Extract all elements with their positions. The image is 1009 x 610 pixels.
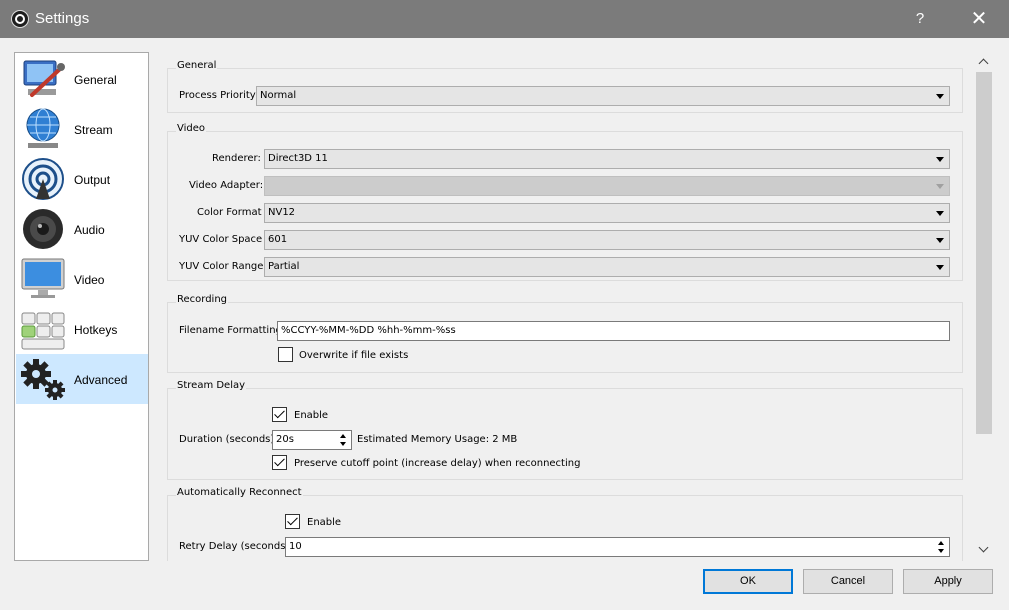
yuv-color-space-label: YUV Color Space: [179, 234, 263, 245]
reconnect-enable-label: Enable: [307, 517, 342, 528]
overwrite-checkbox[interactable]: [278, 347, 293, 362]
overwrite-label: Overwrite if file exists: [299, 350, 409, 361]
obs-logo-icon: [11, 10, 29, 28]
spin-down-icon[interactable]: [337, 440, 350, 448]
chevron-down-icon: [936, 94, 944, 99]
audio-icon: [23, 209, 63, 249]
sidebar-item-video[interactable]: Video: [16, 254, 148, 304]
yuv-color-range-select[interactable]: Partial: [264, 257, 950, 277]
sidebar-item-general[interactable]: General: [16, 54, 148, 104]
settings-sidebar: General Stream Output Audio Video Hotkey…: [14, 52, 149, 561]
sidebar-item-label: Audio: [74, 223, 105, 237]
spin-up-icon[interactable]: [337, 432, 350, 440]
sidebar-item-label: Hotkeys: [74, 323, 118, 337]
sidebar-item-audio[interactable]: Audio: [16, 204, 148, 254]
chevron-down-icon: [936, 157, 944, 162]
preserve-cutoff-label: Preserve cutoff point (increase delay) w…: [294, 458, 581, 469]
spin-down-icon[interactable]: [935, 547, 948, 555]
yuv-color-space-select[interactable]: 601: [264, 230, 950, 250]
recording-group: Recording Filename Formatting %CCYY-%MM-…: [167, 294, 963, 373]
general-icon: [23, 60, 65, 97]
retry-delay-stepper[interactable]: 10: [285, 537, 950, 557]
chevron-down-icon: [936, 238, 944, 243]
filename-formatting-label: Filename Formatting: [179, 325, 282, 336]
sidebar-item-advanced[interactable]: Advanced: [16, 354, 148, 404]
video-group: Video Renderer: Direct3D 11 Video Adapte…: [167, 123, 963, 281]
vertical-scrollbar[interactable]: [975, 52, 993, 561]
video-icon: [21, 258, 65, 298]
sidebar-item-label: Advanced: [74, 373, 128, 387]
sidebar-item-label: General: [74, 73, 117, 87]
group-title: General: [176, 60, 218, 71]
color-format-select[interactable]: NV12: [264, 203, 950, 223]
stream-icon: [26, 108, 60, 148]
stream-delay-group: Stream Delay Enable Duration (seconds) 2…: [167, 380, 963, 480]
scroll-up-icon[interactable]: [975, 54, 993, 72]
combo-value: Partial: [268, 261, 300, 272]
memory-usage-label: Estimated Memory Usage: 2 MB: [357, 434, 518, 445]
chevron-down-icon: [936, 184, 944, 189]
sidebar-item-label: Video: [74, 273, 105, 287]
retry-delay-value: 10: [289, 541, 302, 552]
duration-label: Duration (seconds): [179, 434, 275, 445]
color-format-label: Color Format: [197, 207, 262, 218]
settings-content: General Process Priority Normal Video Re…: [160, 52, 972, 561]
video-adapter-label: Video Adapter:: [189, 180, 264, 191]
apply-button[interactable]: Apply: [903, 569, 993, 594]
stream-delay-enable-label: Enable: [294, 410, 329, 421]
reconnect-enable-checkbox[interactable]: [285, 514, 300, 529]
sidebar-item-stream[interactable]: Stream: [16, 104, 148, 154]
advanced-icon: [21, 359, 65, 400]
filename-formatting-input[interactable]: %CCYY-%MM-%DD %hh-%mm-%ss: [277, 321, 950, 341]
retry-delay-label: Retry Delay (seconds): [179, 541, 290, 552]
scroll-down-icon[interactable]: [975, 541, 993, 559]
duration-value: 20s: [276, 434, 294, 445]
group-title: Automatically Reconnect: [176, 487, 303, 498]
group-title: Video: [176, 123, 207, 134]
help-button[interactable]: ?: [897, 0, 943, 38]
chevron-down-icon: [936, 211, 944, 216]
reconnect-group: Automatically Reconnect Enable Retry Del…: [167, 487, 963, 561]
preserve-cutoff-checkbox[interactable]: [272, 455, 287, 470]
cancel-button[interactable]: Cancel: [803, 569, 893, 594]
retry-spin-buttons: [935, 539, 948, 555]
process-priority-select[interactable]: Normal: [256, 86, 950, 106]
ok-button[interactable]: OK: [703, 569, 793, 594]
sidebar-item-hotkeys[interactable]: Hotkeys: [16, 304, 148, 354]
sidebar-item-output[interactable]: Output: [16, 154, 148, 204]
yuv-color-range-label: YUV Color Range: [179, 261, 264, 272]
chevron-down-icon: [936, 265, 944, 270]
general-group: General Process Priority Normal: [167, 60, 963, 113]
combo-value: NV12: [268, 207, 296, 218]
title-bar: Settings ? ✕: [0, 0, 1009, 38]
combo-value: Normal: [260, 90, 297, 101]
group-title: Recording: [176, 294, 229, 305]
combo-value: Direct3D 11: [268, 153, 328, 164]
duration-spin-buttons: [337, 432, 350, 448]
stream-delay-enable-checkbox[interactable]: [272, 407, 287, 422]
renderer-label: Renderer:: [212, 153, 261, 164]
group-title: Stream Delay: [176, 380, 247, 391]
window-title: Settings: [35, 10, 90, 27]
combo-value: 601: [268, 234, 288, 245]
scroll-thumb[interactable]: [976, 72, 992, 434]
video-adapter-select: [264, 176, 950, 196]
sidebar-item-label: Output: [74, 173, 111, 187]
duration-stepper[interactable]: 20s: [272, 430, 352, 450]
output-icon: [22, 158, 64, 200]
hotkeys-icon: [21, 312, 65, 350]
sidebar-item-label: Stream: [74, 123, 113, 137]
process-priority-label: Process Priority: [179, 90, 256, 101]
spin-up-icon[interactable]: [935, 539, 948, 547]
close-button[interactable]: ✕: [956, 0, 1002, 38]
renderer-select[interactable]: Direct3D 11: [264, 149, 950, 169]
